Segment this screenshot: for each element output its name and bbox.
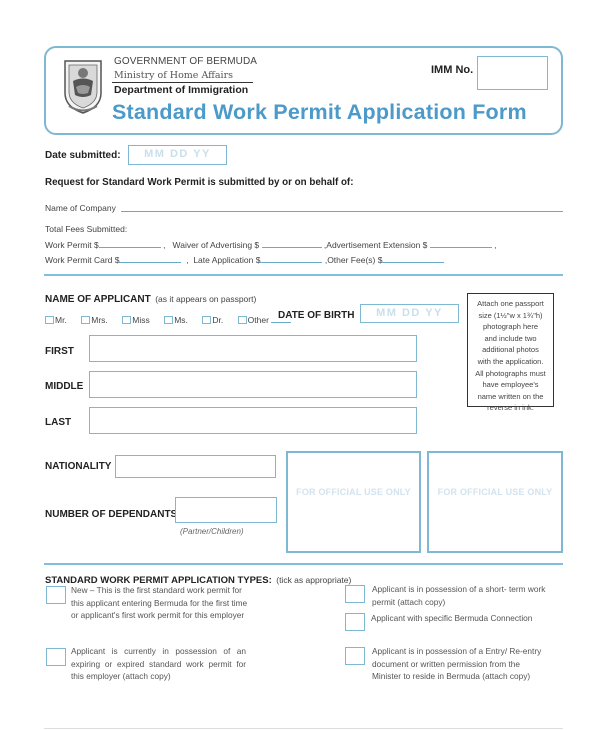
official-use-box-1: FOR OFFICIAL USE ONLY: [286, 451, 421, 553]
late-application-fee-field[interactable]: [260, 262, 323, 263]
imm-number-label: IMM No.: [431, 64, 474, 76]
total-fees-heading: Total Fees Submitted:: [45, 224, 128, 234]
request-statement: Request for Standard Work Permit is subm…: [45, 177, 354, 188]
date-submitted-label: Date submitted:: [45, 150, 121, 161]
applicant-heading-label: NAME OF APPLICANT: [45, 294, 151, 305]
bermuda-coat-of-arms-icon: [63, 59, 103, 115]
form-title: Standard Work Permit Application Form: [112, 100, 527, 124]
first-name-label: FIRST: [45, 346, 74, 357]
application-type-expiring-text: Applicant is currently in possession of …: [71, 646, 246, 681]
dependants-note: (Partner/Children): [180, 527, 244, 536]
checkbox[interactable]: [122, 316, 132, 324]
imm-number-field[interactable]: [477, 56, 548, 90]
section-divider: [44, 563, 563, 565]
application-type-expiring-checkbox[interactable]: [46, 648, 66, 666]
applicant-heading: NAME OF APPLICANT (as it appears on pass…: [45, 289, 256, 307]
option-label: Miss: [132, 315, 150, 325]
option-label: Other: [247, 315, 269, 325]
application-types-note: (tick as appropriate): [276, 575, 352, 585]
work-permit-fee-label: Work Permit $: [45, 240, 99, 250]
page-bottom-edge: [44, 728, 563, 729]
middle-name-field[interactable]: [89, 371, 417, 398]
application-type-new-text: New – This is the first standard work pe…: [71, 585, 248, 620]
option-label: Dr.: [212, 315, 224, 325]
photo-instruction-line: reverse in ink.: [487, 403, 534, 413]
checkbox[interactable]: [45, 316, 54, 324]
section-divider: [44, 274, 563, 276]
checkbox[interactable]: [202, 316, 212, 324]
waiver-advertising-fee-field[interactable]: [261, 247, 322, 248]
official-use-box-2: FOR OFFICIAL USE ONLY: [427, 451, 563, 553]
title-option-mrs[interactable]: Mrs.: [81, 315, 108, 325]
application-type-short-term-checkbox[interactable]: [345, 585, 365, 603]
application-type-bermuda-connection-text: Applicant with specific Bermuda Connecti…: [371, 613, 533, 623]
photo-instruction-line: size (1½"w x 1¾"h): [478, 310, 543, 320]
photo-instruction-line: photograph here: [482, 322, 539, 332]
fees-row-1: Work Permit $ , Waiver of Advertising $ …: [45, 240, 497, 250]
date-submitted-field[interactable]: MM DD YY: [128, 145, 227, 165]
work-permit-fee-field[interactable]: [98, 247, 161, 248]
application-type-bermuda-connection-checkbox[interactable]: [345, 613, 365, 631]
title-option-miss[interactable]: Miss: [122, 315, 150, 325]
other-title-field[interactable]: [270, 322, 291, 323]
option-label: Mr.: [55, 315, 67, 325]
fees-row-2: Work Permit Card $ , Late Application $ …: [45, 255, 445, 265]
checkbox[interactable]: [164, 316, 174, 324]
checkbox[interactable]: [81, 316, 91, 324]
photo-instruction-line: with the application.: [477, 356, 544, 366]
photo-instruction-line: additional photos: [482, 345, 539, 355]
applicant-heading-note: (as it appears on passport): [155, 294, 257, 304]
department-name: Department of Immigration: [114, 84, 249, 96]
company-name-field[interactable]: [121, 211, 563, 212]
advertisement-extension-fee-label: Advertisement Extension $: [326, 240, 428, 250]
photo-instructions-box: Attach one passport size (1½"w x 1¾"h) p…: [467, 293, 554, 412]
photo-instruction-line: and include two: [484, 333, 537, 343]
late-application-fee-label: Late Application $: [193, 255, 261, 265]
date-of-birth-label: DATE OF BIRTH: [278, 310, 355, 321]
date-of-birth-field[interactable]: MM DD YY: [360, 304, 459, 323]
work-permit-card-fee-label: Work Permit Card $: [45, 255, 120, 265]
checkbox[interactable]: [237, 316, 247, 324]
advertisement-extension-fee-field[interactable]: [429, 247, 492, 248]
work-permit-card-fee-field[interactable]: [119, 262, 182, 263]
dependants-field[interactable]: [175, 497, 277, 523]
nationality-field[interactable]: [115, 455, 276, 478]
dependants-label: NUMBER OF DEPENDANTS: [45, 509, 178, 520]
photo-instruction-line: have employee's: [482, 380, 539, 390]
last-name-field[interactable]: [89, 407, 417, 434]
title-option-ms[interactable]: Ms.: [164, 315, 188, 325]
middle-name-label: MIDDLE: [45, 381, 84, 392]
application-type-new-checkbox[interactable]: [46, 586, 66, 604]
separator: ,: [186, 255, 189, 265]
photo-instruction-line: Attach one passport: [477, 299, 544, 308]
company-name-label: Name of Company: [45, 203, 116, 213]
government-name: GOVERNMENT OF BERMUDA: [114, 56, 258, 67]
application-type-short-term-text: Applicant is in possession of a short- t…: [372, 584, 546, 607]
photo-instruction-line: name written on the: [477, 391, 544, 401]
first-name-field[interactable]: [89, 335, 417, 362]
nationality-label: NATIONALITY: [45, 461, 112, 472]
title-option-mr[interactable]: Mr.: [45, 315, 67, 325]
header-divider: [112, 82, 253, 83]
option-label: Ms.: [174, 315, 188, 325]
official-use-label: FOR OFFICIAL USE ONLY: [437, 487, 553, 497]
separator: ,: [163, 240, 166, 250]
other-fees-label: Other Fee(s) $: [327, 255, 383, 265]
waiver-advertising-fee-label: Waiver of Advertising $: [172, 240, 260, 250]
title-option-dr[interactable]: Dr.: [202, 315, 223, 325]
ministry-name: Ministry of Home Affairs: [114, 70, 234, 81]
last-name-label: LAST: [45, 417, 72, 428]
application-type-entry-document-text: Applicant is in possession of a Entry/ R…: [372, 646, 542, 681]
other-fees-field[interactable]: [382, 262, 445, 263]
option-label: Mrs.: [91, 315, 108, 325]
application-type-entry-document-checkbox[interactable]: [345, 647, 365, 665]
separator: ,: [494, 240, 497, 250]
title-options: Mr. Mrs. Miss Ms. Dr. Other: [45, 310, 297, 328]
photo-instruction-line: All photographs must: [475, 368, 546, 378]
official-use-label: FOR OFFICIAL USE ONLY: [296, 487, 411, 497]
